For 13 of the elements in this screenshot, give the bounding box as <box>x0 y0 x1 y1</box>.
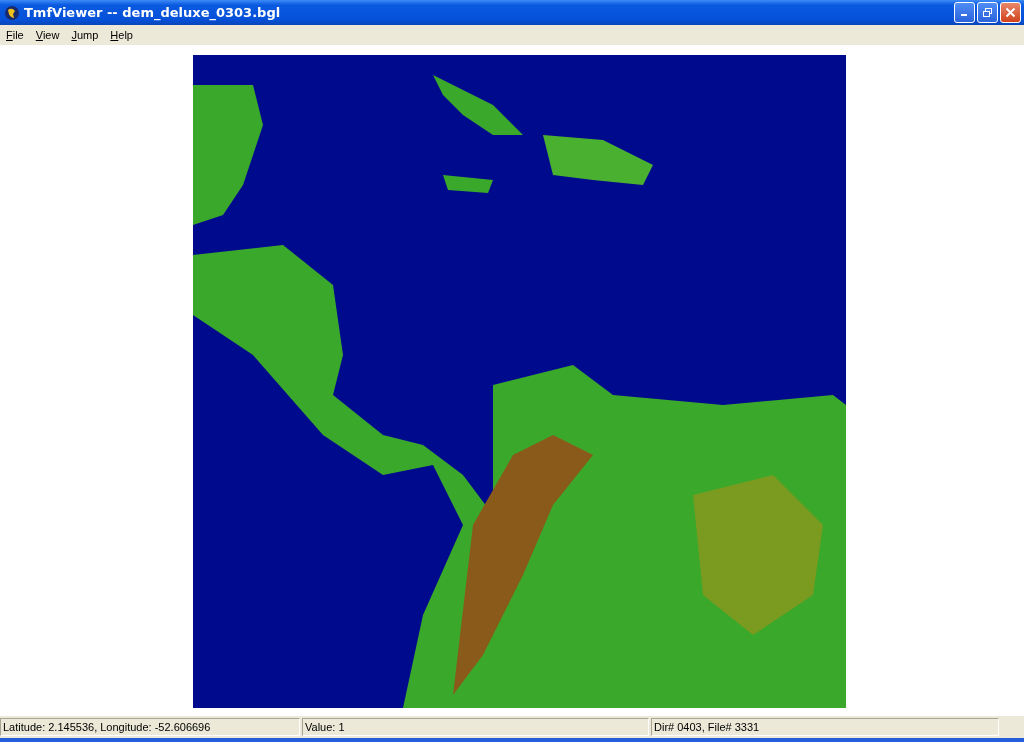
menu-item[interactable]: View <box>29 29 66 41</box>
status-pane: Latitude: 2.145536, Longitude: -52.606696 <box>0 718 300 736</box>
menu-item[interactable]: Help <box>104 29 139 41</box>
menu-item[interactable]: Jump <box>65 29 105 41</box>
close-button[interactable] <box>1000 2 1021 23</box>
restore-icon <box>982 7 993 18</box>
menu-item[interactable]: File <box>0 29 30 41</box>
restore-button[interactable] <box>977 2 998 23</box>
status-pane: Value: 1 <box>302 718 649 736</box>
window-title: TmfViewer -- dem_deluxe_0303.bgl <box>24 5 282 20</box>
status-pane: Dir# 0403, File# 3331 <box>651 718 999 736</box>
minimize-button[interactable] <box>954 2 975 23</box>
close-icon <box>1005 7 1016 18</box>
